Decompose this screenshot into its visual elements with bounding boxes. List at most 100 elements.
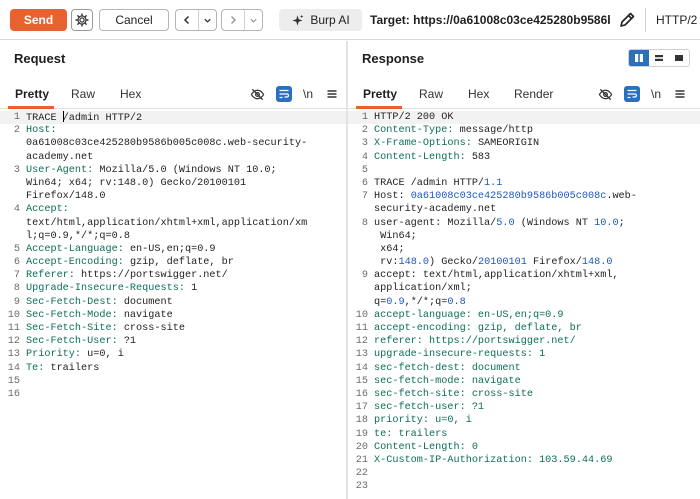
code-line[interactable]: security-academy.net <box>348 203 700 216</box>
code-line[interactable]: 6 Accept-Encoding: gzip, deflate, br <box>0 256 346 269</box>
code-line[interactable]: 12 Sec-Fetch-User: ?1 <box>0 335 346 348</box>
history-back-group <box>175 9 217 31</box>
code-line[interactable]: 8 Upgrade-Insecure-Requests: 1 <box>0 282 346 295</box>
line-text: Accept-Encoding: gzip, deflate, br <box>26 256 234 269</box>
request-menu-button[interactable] <box>324 86 340 102</box>
code-line[interactable]: 10 accept-language: en-US,en;q=0.9 <box>348 309 700 322</box>
line-text: Sec-Fetch-User: ?1 <box>26 335 136 348</box>
code-line[interactable]: academy.net <box>0 151 346 164</box>
response-tab-pretty[interactable]: Pretty <box>363 87 397 101</box>
response-menu-button[interactable] <box>672 86 688 102</box>
send-button[interactable]: Send <box>10 9 67 31</box>
menu-icon <box>327 90 337 98</box>
code-line[interactable]: 14 Te: trailers <box>0 362 346 375</box>
code-line[interactable]: q=0.9,*/*;q=0.8 <box>348 296 700 309</box>
code-line[interactable]: 7 Host: 0a61008c03ce425280b9586b005c008c.… <box>348 190 700 203</box>
code-token: Sec-Fetch-User: <box>26 336 118 348</box>
code-token: .web- <box>606 191 637 203</box>
code-line[interactable]: application/xml; <box>348 282 700 295</box>
code-line[interactable]: 1 HTTP/2 200 OK <box>348 111 700 125</box>
code-line[interactable]: 9 accept: text/html,application/xhtml+xml… <box>348 269 700 282</box>
line-number: 13 <box>7 349 20 361</box>
code-line[interactable]: 1 TRACE /admin HTTP/2 <box>0 111 346 125</box>
code-line[interactable]: 3 X-Frame-Options: SAMEORIGIN <box>348 137 700 150</box>
request-tab-raw[interactable]: Raw <box>71 87 95 101</box>
code-line[interactable]: 2 Content-Type: message/http <box>348 124 700 137</box>
settings-button[interactable] <box>71 9 93 31</box>
history-forward-button[interactable] <box>222 10 244 30</box>
line-number: 7 <box>13 270 20 282</box>
code-line[interactable]: 21 X-Custom-IP-Authorization: 103.59.44.6… <box>348 454 700 467</box>
code-line[interactable]: 0a61008c03ce425280b9586b005c008c.web-sec… <box>0 137 346 150</box>
history-back-dropdown[interactable] <box>198 10 216 30</box>
cancel-button[interactable]: Cancel <box>99 9 169 31</box>
hide-nonprintable-button[interactable] <box>597 86 613 102</box>
code-line[interactable]: 5 Accept-Language: en-US,en;q=0.9 <box>0 243 346 256</box>
code-line[interactable]: 10 Sec-Fetch-Mode: navigate <box>0 309 346 322</box>
code-line[interactable]: x64; <box>348 243 700 256</box>
http-version-label[interactable]: HTTP/2 <box>656 13 697 27</box>
code-line[interactable]: 15 sec-fetch-mode: navigate <box>348 375 700 388</box>
wrap-lines-button[interactable] <box>276 86 292 102</box>
newline-toggle-button[interactable]: \n <box>648 86 664 102</box>
code-line[interactable]: 12 referer: https://portswigger.net/ <box>348 335 700 348</box>
target-url: Target: https://0a61008c03ce425280b9586b… <box>370 13 610 27</box>
code-token: l;q=0.9,*/*;q=0.8 <box>26 230 130 242</box>
code-line[interactable]: 11 Sec-Fetch-Site: cross-site <box>0 322 346 335</box>
code-line[interactable]: 16 sec-fetch-site: cross-site <box>348 388 700 401</box>
toolbar-divider <box>645 8 646 32</box>
code-line[interactable]: 16 <box>0 388 346 401</box>
code-line[interactable]: Firefox/148.0 <box>0 190 346 203</box>
request-editor[interactable]: 1 TRACE /admin HTTP/2 2 Host: 0a61008c03ce42… <box>0 111 346 401</box>
edit-target-button[interactable] <box>617 10 637 30</box>
code-line[interactable]: 18 priority: u=0, i <box>348 414 700 427</box>
code-line[interactable]: 17 sec-fetch-user: ?1 <box>348 401 700 414</box>
line-text: 0a61008c03ce425280b9586b005c008c.web-sec… <box>26 137 307 150</box>
code-line[interactable]: 14 sec-fetch-dest: document <box>348 362 700 375</box>
code-token: rv: <box>374 257 399 269</box>
line-text: accept: text/html,application/xhtml+xml, <box>374 269 619 282</box>
line-number: 11 <box>7 323 20 334</box>
layout-side-by-side-button[interactable] <box>629 50 649 66</box>
hide-nonprintable-button[interactable] <box>249 86 265 102</box>
history-forward-dropdown[interactable] <box>244 10 262 30</box>
code-line[interactable]: 9 Sec-Fetch-Dest: document <box>0 296 346 309</box>
code-line[interactable]: 11 accept-encoding: gzip, deflate, br <box>348 322 700 335</box>
layout-stacked-button[interactable] <box>649 50 669 66</box>
code-line[interactable]: rv:148.0) Gecko/20100101 Firefox/148.0 <box>348 256 700 269</box>
response-tab-render[interactable]: Render <box>514 87 553 101</box>
response-editor[interactable]: 1 HTTP/2 200 OK 2 Content-Type: message/htt… <box>348 111 700 493</box>
line-text: l;q=0.9,*/*;q=0.8 <box>26 230 130 243</box>
code-line[interactable]: Win64; x64; rv:148.0) Gecko/20100101 <box>0 177 346 190</box>
code-line[interactable]: 23 <box>348 480 700 493</box>
newline-toggle-button[interactable]: \n <box>300 86 316 102</box>
code-line[interactable]: l;q=0.9,*/*;q=0.8 <box>0 230 346 243</box>
wrap-lines-button[interactable] <box>624 86 640 102</box>
code-line[interactable]: 20 Content-Length: 0 <box>348 441 700 454</box>
code-line[interactable]: 8 user-agent: Mozilla/5.0 (Windows NT 10.… <box>348 217 700 230</box>
code-line[interactable]: 4 Accept: <box>0 203 346 216</box>
code-line[interactable]: 13 Priority: u=0, i <box>0 348 346 361</box>
line-text: X-Custom-IP-Authorization: 103.59.44.69 <box>374 454 612 467</box>
code-line[interactable]: 19 te: trailers <box>348 428 700 441</box>
code-line[interactable]: 15 <box>0 375 346 388</box>
request-tab-hex[interactable]: Hex <box>120 87 141 101</box>
history-back-button[interactable] <box>176 10 198 30</box>
code-line[interactable]: 7 Referer: https://portswigger.net/ <box>0 269 346 282</box>
layout-tabs-button[interactable] <box>669 50 689 66</box>
code-line[interactable]: 4 Content-Length: 583 <box>348 151 700 164</box>
burp-ai-button[interactable]: Burp AI <box>279 9 362 31</box>
code-line[interactable]: Win64; <box>348 230 700 243</box>
code-line[interactable]: 5 <box>348 164 700 177</box>
code-line[interactable]: 22 <box>348 467 700 480</box>
line-number: 11 <box>355 323 368 334</box>
code-line[interactable]: 3 User-Agent: Mozilla/5.0 (Windows NT 10.… <box>0 164 346 177</box>
code-line[interactable]: text/html,application/xhtml+xml,applicat… <box>0 217 346 230</box>
code-line[interactable]: 2 Host: <box>0 124 346 137</box>
line-text: Priority: u=0, i <box>26 348 124 361</box>
code-line[interactable]: 13 upgrade-insecure-requests: 1 <box>348 348 700 361</box>
response-tab-hex[interactable]: Hex <box>468 87 489 101</box>
response-tab-raw[interactable]: Raw <box>419 87 443 101</box>
request-tab-pretty[interactable]: Pretty <box>15 87 49 101</box>
code-line[interactable]: 6 TRACE /admin HTTP/1.1 <box>348 177 700 190</box>
